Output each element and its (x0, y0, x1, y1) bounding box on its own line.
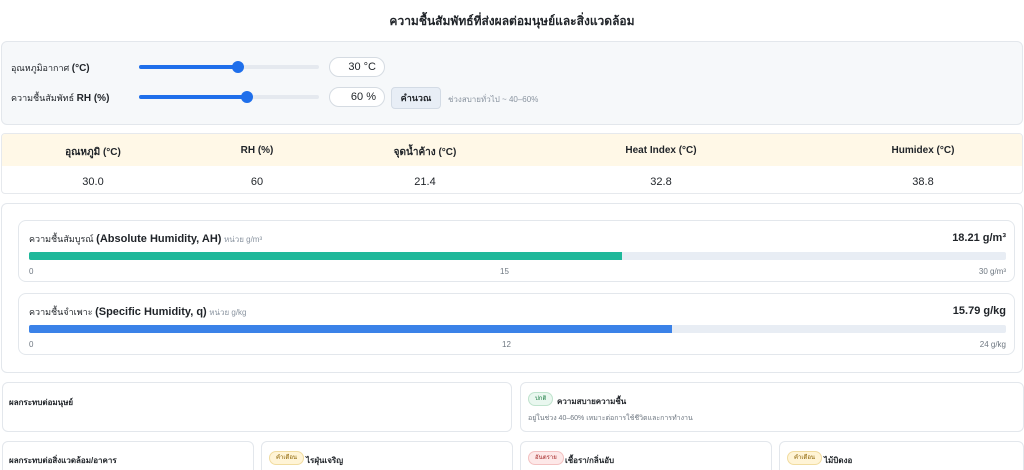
mold-title: เชื้อรา/กลิ่นอับ (565, 456, 615, 465)
calculate-button[interactable]: คำนวณ (391, 87, 441, 109)
temperature-slider-fill (139, 65, 238, 69)
comfort-title: ความสบายความชื้น (557, 397, 627, 406)
header-heat-index: Heat Index (°C) (625, 145, 697, 156)
humidity-slider-thumb[interactable] (241, 91, 253, 103)
temperature-label-unit: (°C) (71, 63, 90, 74)
human-impact-panel: ผลกระทบต่อมนุษย์ (2, 382, 512, 432)
absolute-humidity-card: ความชื้นสัมบูรณ์ (Absolute Humidity, AH)… (18, 220, 1015, 282)
environment-impact-panel: ผลกระทบต่อสิ่งแวดล้อม/อาคาร (2, 441, 254, 470)
specific-humidity-value: 15.79 g/kg (952, 305, 1006, 317)
page-title: ความชื้นสัมพัทธ์ที่ส่งผลต่อมนุษย์และสิ่ง… (389, 14, 635, 28)
temperature-label-text: อุณหภูมิอากาศ (11, 63, 70, 73)
absolute-humidity-bar-fill (29, 252, 623, 260)
temperature-value-field[interactable]: 30 °C (329, 57, 385, 77)
specific-humidity-bar-fill (29, 325, 672, 333)
comfort-description: อยู่ในช่วง 40–60% เหมาะต่อการใช้ชีวิตและ… (528, 415, 693, 422)
absolute-humidity-title-en: (Absolute Humidity, AH) (96, 233, 222, 245)
value-humidex: 38.8 (912, 176, 934, 188)
absolute-humidity-tick-min: 0 (29, 267, 34, 276)
specific-humidity-title-en: (Specific Humidity, q) (95, 306, 207, 318)
absolute-humidity-value: 18.21 g/m³ (952, 232, 1006, 244)
mold-card: อันตราย เชื้อรา/กลิ่นอับ (520, 441, 772, 470)
humidity-value-field[interactable]: 60 % (329, 87, 385, 107)
specific-humidity-title-th: ความชื้นจำเพาะ (29, 307, 93, 317)
absolute-humidity-tick-mid: 15 (500, 267, 509, 276)
specific-humidity-title: ความชื้นจำเพาะ (Specific Humidity, q) หน… (29, 305, 246, 319)
humidity-label-text: ความชื้นสัมพัทธ์ (11, 93, 75, 103)
specific-humidity-card: ความชื้นจำเพาะ (Specific Humidity, q) หน… (18, 293, 1015, 355)
comfort-status-badge: ปกติ (528, 392, 554, 406)
environment-impact-title: ผลกระทบต่อสิ่งแวดล้อม/อาคาร (9, 456, 117, 465)
comfort-hint: ช่วงสบายทั่วไป ~ 40–60% (448, 95, 539, 104)
absolute-humidity-title: ความชื้นสัมบูรณ์ (Absolute Humidity, AH)… (29, 232, 262, 246)
header-rh: RH (%) (240, 145, 274, 156)
humidity-label: ความชื้นสัมพัทธ์ RH (%) (11, 91, 109, 105)
header-temperature: อุณหภูมิ (°C) (65, 147, 121, 158)
mold-danger-badge: อันตราย (528, 451, 564, 465)
value-temperature: 30.0 (82, 176, 104, 188)
dust-mite-warning-badge: คำเตือน (269, 451, 305, 465)
absolute-humidity-tick-max: 30 g/m³ (978, 267, 1006, 276)
specific-humidity-unit: หน่วย g/kg (209, 308, 247, 317)
wood-warp-card: คำเตือน ไม้บิดงอ (779, 441, 1024, 470)
absolute-humidity-bar (29, 252, 1006, 260)
humidity-label-unit: RH (%) (76, 93, 110, 104)
header-dew-point: จุดน้ำค้าง (°C) (393, 147, 457, 158)
humidity-slider[interactable] (139, 91, 319, 103)
value-rh: 60 (250, 176, 264, 188)
absolute-humidity-title-th: ความชื้นสัมบูรณ์ (29, 234, 94, 244)
specific-humidity-tick-max: 24 g/kg (979, 340, 1006, 349)
specific-humidity-tick-mid: 12 (502, 340, 511, 349)
humidity-slider-fill (139, 95, 247, 99)
specific-humidity-bar (29, 325, 1006, 333)
temperature-slider-thumb[interactable] (232, 61, 244, 73)
human-impact-title: ผลกระทบต่อมนุษย์ (9, 398, 74, 407)
specific-humidity-tick-min: 0 (29, 340, 34, 349)
temperature-slider[interactable] (139, 61, 319, 73)
dust-mite-card: คำเตือน ไรฝุ่นเจริญ (261, 441, 513, 470)
wood-warp-warning-badge: คำเตือน (787, 451, 823, 465)
input-controls-panel: อุณหภูมิอากาศ (°C) 30 °C ความชื้นสัมพัทธ… (1, 41, 1023, 125)
absolute-humidity-unit: หน่วย g/m³ (223, 235, 263, 244)
value-dew-point: 21.4 (414, 176, 436, 188)
temperature-label: อุณหภูมิอากาศ (°C) (11, 61, 90, 75)
summary-table: อุณหภูมิ (°C) RH (%) จุดน้ำค้าง (°C) Hea… (1, 133, 1023, 194)
header-humidex: Humidex (°C) (891, 145, 955, 156)
wood-warp-title: ไม้บิดงอ (824, 456, 853, 465)
dust-mite-title: ไรฝุ่นเจริญ (306, 456, 344, 465)
value-heat-index: 32.8 (650, 176, 672, 188)
comfort-card: ปกติ ความสบายความชื้น อยู่ในช่วง 40–60% … (520, 382, 1024, 432)
humidity-gauges-panel: ความชื้นสัมบูรณ์ (Absolute Humidity, AH)… (1, 203, 1023, 373)
